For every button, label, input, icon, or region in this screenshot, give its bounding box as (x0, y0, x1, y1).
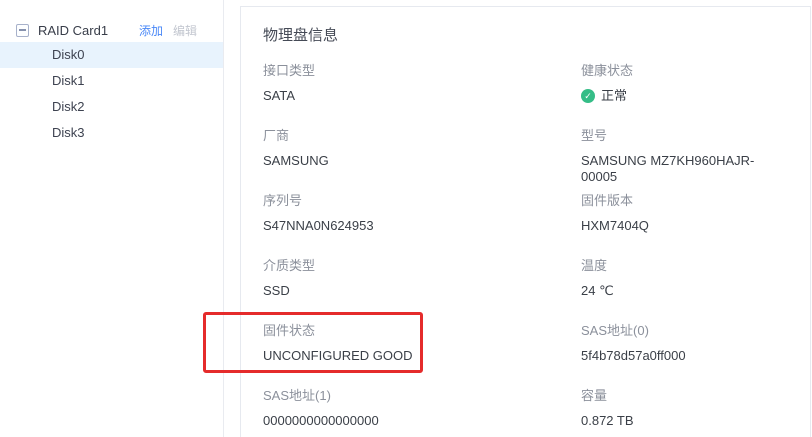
field-label: 固件版本 (581, 193, 786, 208)
field-label: SAS地址(1) (263, 388, 581, 403)
disk-list: Disk0 Disk1 Disk2 Disk3 (0, 42, 223, 146)
field-label: 序列号 (263, 193, 581, 208)
field-value: S47NNA0N624953 (263, 218, 581, 234)
physical-disk-info-panel: 物理盘信息 接口类型 SATA 健康状态 ✓ 正常 厂商 SAMSUNG 型号 … (240, 6, 811, 437)
field-model: 型号 SAMSUNG MZ7KH960HAJR-00005 (581, 128, 786, 193)
field-label: 接口类型 (263, 63, 581, 78)
field-temperature: 温度 24 ℃ (581, 258, 786, 323)
field-value: SAMSUNG (263, 153, 581, 169)
check-circle-icon: ✓ (581, 89, 595, 103)
tree-node-raid-card[interactable]: RAID Card1 添加 编辑 (0, 18, 223, 42)
sidebar-item-disk1[interactable]: Disk1 (0, 68, 223, 94)
field-value: SATA (263, 88, 581, 104)
field-firmware-version: 固件版本 HXM7404Q (581, 193, 786, 258)
device-tree-sidebar: RAID Card1 添加 编辑 Disk0 Disk1 Disk2 Disk3 (0, 0, 224, 437)
sidebar-item-disk2[interactable]: Disk2 (0, 94, 223, 120)
field-value: 5f4b78d57a0ff000 (581, 348, 786, 364)
collapse-minus-icon[interactable] (16, 24, 29, 37)
field-health-status: 健康状态 ✓ 正常 (581, 63, 786, 128)
field-media-type: 介质类型 SSD (263, 258, 581, 323)
sidebar-item-disk3[interactable]: Disk3 (0, 120, 223, 146)
field-serial-number: 序列号 S47NNA0N624953 (263, 193, 581, 258)
field-value: SAMSUNG MZ7KH960HAJR-00005 (581, 153, 786, 185)
field-sas-address-0: SAS地址(0) 5f4b78d57a0ff000 (581, 323, 786, 388)
field-value: 0000000000000000 (263, 413, 581, 429)
sidebar-item-disk0[interactable]: Disk0 (0, 42, 223, 68)
field-label: 固件状态 (263, 323, 581, 338)
field-label: 介质类型 (263, 258, 581, 273)
field-firmware-state: 固件状态 UNCONFIGURED GOOD (263, 323, 581, 388)
health-status-text: 正常 (601, 88, 627, 104)
field-value: 24 ℃ (581, 283, 786, 299)
field-label: 温度 (581, 258, 786, 273)
field-label: 厂商 (263, 128, 581, 143)
field-label: SAS地址(0) (581, 323, 786, 338)
field-value: UNCONFIGURED GOOD (263, 348, 581, 364)
disk-info-grid: 接口类型 SATA 健康状态 ✓ 正常 厂商 SAMSUNG 型号 SAMSUN… (263, 63, 786, 437)
raid-card-label: RAID Card1 (38, 23, 139, 38)
field-sas-address-1: SAS地址(1) 0000000000000000 (263, 388, 581, 437)
field-value: 0.872 TB (581, 413, 786, 429)
edit-link[interactable]: 编辑 (173, 22, 197, 39)
add-link[interactable]: 添加 (139, 22, 163, 39)
field-label: 型号 (581, 128, 786, 143)
field-interface-type: 接口类型 SATA (263, 63, 581, 128)
field-value: ✓ 正常 (581, 88, 786, 104)
field-capacity: 容量 0.872 TB (581, 388, 786, 437)
field-value: SSD (263, 283, 581, 299)
field-value: HXM7404Q (581, 218, 786, 234)
field-label: 容量 (581, 388, 786, 403)
field-vendor: 厂商 SAMSUNG (263, 128, 581, 193)
field-label: 健康状态 (581, 63, 786, 78)
page-title: 物理盘信息 (263, 25, 786, 47)
